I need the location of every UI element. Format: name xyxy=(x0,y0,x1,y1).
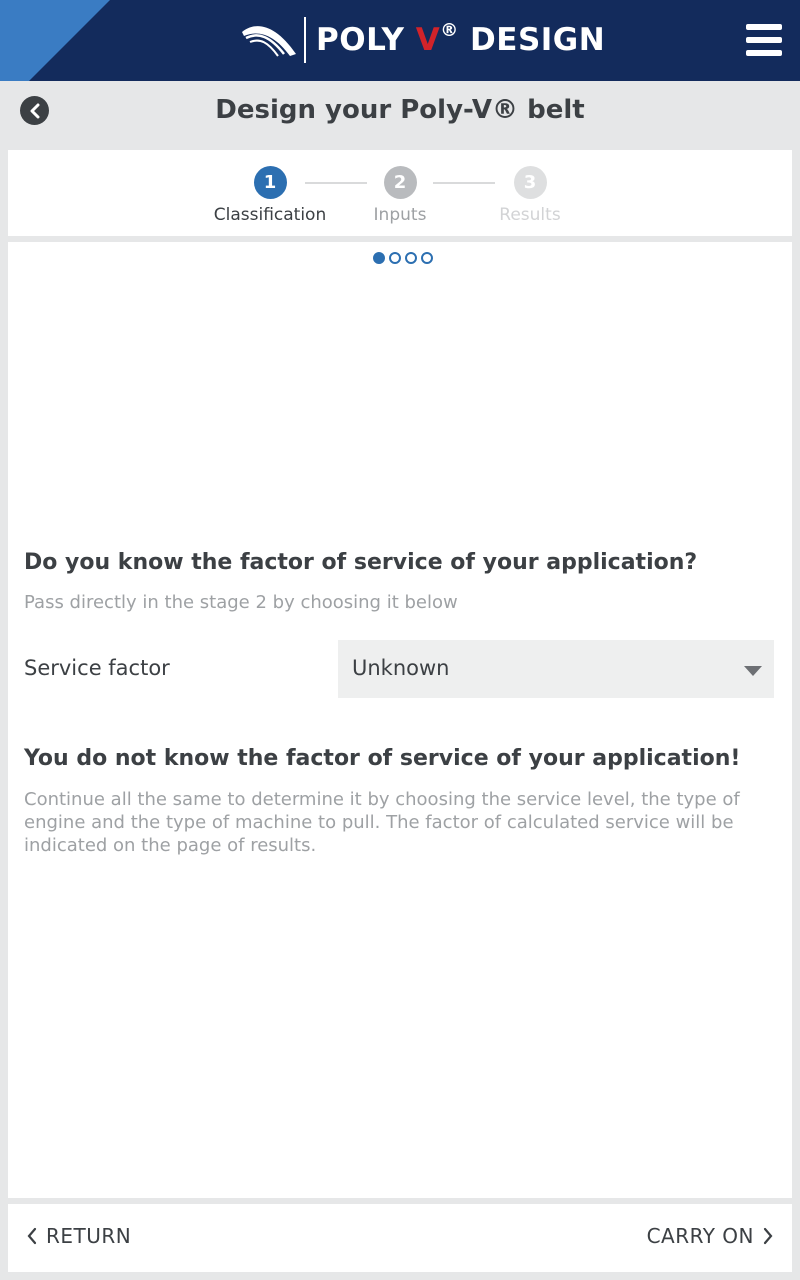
step-number: 2 xyxy=(383,166,417,199)
app-header: POLY V® DESIGN xyxy=(0,0,800,81)
return-label: RETURN xyxy=(46,1224,132,1248)
page-indicator xyxy=(373,252,433,264)
service-factor-label: Service factor xyxy=(24,656,170,680)
step-label: Classification xyxy=(213,205,327,225)
chevron-left-icon xyxy=(27,1227,37,1245)
title-bar: Design your Poly-V® belt xyxy=(0,81,800,143)
service-factor-value: Unknown xyxy=(352,656,450,680)
logo-divider xyxy=(304,17,306,63)
step-number: 3 xyxy=(513,166,547,199)
main-card: Do you know the factor of service of you… xyxy=(8,242,792,1198)
question-subtitle: Pass directly in the stage 2 by choosing… xyxy=(24,592,458,613)
progress-stepper: 1 Classification 2 Inputs 3 Results xyxy=(8,150,792,236)
hamburger-menu-icon[interactable] xyxy=(746,24,782,56)
caret-down-icon xyxy=(744,666,762,676)
step-label: Results xyxy=(499,205,561,225)
step-inputs[interactable]: 2 Inputs xyxy=(330,166,470,225)
brand-logo: POLY V® DESIGN xyxy=(240,14,605,66)
unknown-title: You do not know the factor of service of… xyxy=(24,746,741,771)
return-button[interactable]: RETURN xyxy=(26,1224,131,1248)
step-label: Inputs xyxy=(373,205,427,225)
page-dot-active[interactable] xyxy=(373,252,385,264)
belt-logo-icon xyxy=(242,26,296,57)
page-dot[interactable] xyxy=(389,252,401,264)
step-results: 3 Results xyxy=(460,166,600,225)
page-dot[interactable] xyxy=(421,252,433,264)
footer-nav: RETURN CARRY ON xyxy=(8,1204,792,1272)
page-dot[interactable] xyxy=(405,252,417,264)
chevron-right-icon xyxy=(763,1227,773,1245)
step-number: 1 xyxy=(253,166,287,199)
corner-accent xyxy=(0,0,110,81)
carry-on-label: CARRY ON xyxy=(646,1224,754,1248)
brand-name: POLY V® DESIGN xyxy=(316,20,606,58)
page-title: Design your Poly-V® belt xyxy=(215,95,585,125)
carry-on-button[interactable]: CARRY ON xyxy=(647,1224,774,1248)
question-title: Do you know the factor of service of you… xyxy=(24,550,698,575)
step-classification[interactable]: 1 Classification xyxy=(200,166,340,225)
unknown-description: Continue all the same to determine it by… xyxy=(24,789,740,856)
service-factor-select[interactable]: Unknown xyxy=(338,640,774,698)
